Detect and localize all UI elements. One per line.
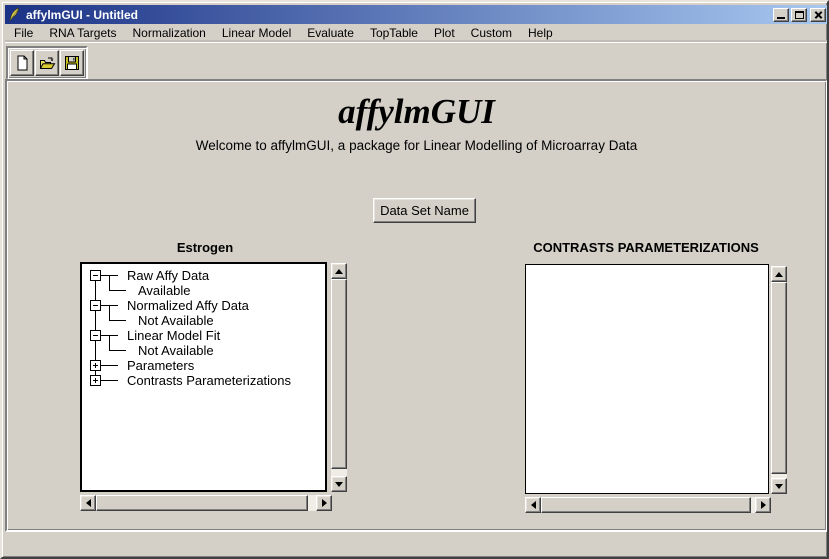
- scrollbar-thumb[interactable]: [331, 279, 347, 469]
- estrogen-tree: Raw Affy DataAvailableNormalized Affy Da…: [82, 264, 325, 490]
- tree-expander-plus[interactable]: [90, 375, 101, 386]
- scroll-right-button[interactable]: [316, 495, 332, 511]
- right-arrow-icon: [322, 499, 327, 507]
- data-set-name-button[interactable]: Data Set Name: [373, 198, 476, 223]
- scroll-right-button[interactable]: [755, 497, 771, 513]
- tree-item-not-available[interactable]: Not Available: [138, 313, 214, 328]
- new-file-button[interactable]: [10, 50, 34, 76]
- menu-item-help[interactable]: Help: [520, 24, 561, 43]
- maximize-icon: [795, 11, 804, 19]
- up-arrow-icon: [335, 269, 343, 274]
- tk-feather-icon[interactable]: [7, 7, 22, 22]
- tree-child-line: [109, 350, 126, 351]
- open-file-button[interactable]: [35, 50, 59, 76]
- right-panel-title: CONTRASTS PARAMETERIZATIONS: [520, 240, 772, 256]
- application-window: affylmGUI - Untitled FileRNA TargetsNorm…: [0, 0, 829, 559]
- menu-item-linear-model[interactable]: Linear Model: [214, 24, 299, 43]
- close-button[interactable]: [810, 8, 826, 22]
- app-title: affylmGUI: [2, 92, 829, 132]
- tree-item-linear-model-fit[interactable]: Linear Model Fit: [127, 328, 220, 343]
- contrasts-horizontal-scrollbar[interactable]: [525, 497, 771, 513]
- menu-item-normalization[interactable]: Normalization: [125, 24, 214, 43]
- estrogen-horizontal-scrollbar[interactable]: [80, 495, 332, 511]
- left-arrow-icon: [531, 501, 536, 509]
- title-bar[interactable]: affylmGUI - Untitled: [5, 5, 828, 24]
- menu-item-toptable[interactable]: TopTable: [362, 24, 426, 43]
- scroll-left-button[interactable]: [80, 495, 96, 511]
- scroll-up-button[interactable]: [771, 266, 787, 282]
- toolbar: [6, 46, 88, 80]
- welcome-text: Welcome to affylmGUI, a package for Line…: [2, 138, 829, 153]
- tree-child-line: [109, 320, 126, 321]
- tree-child-line: [109, 290, 126, 291]
- down-arrow-icon: [775, 484, 783, 489]
- tree-item-not-available[interactable]: Not Available: [138, 343, 214, 358]
- up-arrow-icon: [775, 272, 783, 277]
- minimize-icon: [777, 17, 785, 19]
- tree-branch-line: [101, 365, 118, 366]
- plus-icon: [95, 363, 96, 368]
- tree-item-raw-affy-data[interactable]: Raw Affy Data: [127, 268, 209, 283]
- tree-item-contrasts-parameterizations[interactable]: Contrasts Parameterizations: [127, 373, 291, 388]
- tree-expander-minus[interactable]: [90, 300, 101, 311]
- contrasts-vertical-scrollbar[interactable]: [771, 266, 787, 494]
- left-panel-title: Estrogen: [80, 240, 330, 256]
- new-document-icon: [14, 55, 30, 71]
- tree-drop-line: [109, 305, 110, 320]
- close-icon: [813, 10, 823, 19]
- tree-expander-minus[interactable]: [90, 270, 101, 281]
- scroll-up-button[interactable]: [331, 263, 347, 279]
- scroll-down-button[interactable]: [331, 476, 347, 492]
- minus-icon: [93, 335, 98, 336]
- scrollbar-thumb[interactable]: [771, 282, 787, 474]
- minus-icon: [93, 305, 98, 306]
- menu-item-file[interactable]: File: [6, 24, 41, 43]
- open-folder-icon: [39, 55, 56, 71]
- estrogen-vertical-scrollbar[interactable]: [331, 263, 347, 492]
- tree-expander-minus[interactable]: [90, 330, 101, 341]
- contrasts-listbox[interactable]: [525, 264, 769, 494]
- menu-item-rna-targets[interactable]: RNA Targets: [41, 24, 124, 43]
- plus-icon: [95, 378, 96, 383]
- menu-item-evaluate[interactable]: Evaluate: [299, 24, 362, 43]
- scroll-left-button[interactable]: [525, 497, 541, 513]
- minimize-button[interactable]: [773, 8, 789, 22]
- window-title: affylmGUI - Untitled: [26, 8, 773, 22]
- scroll-down-button[interactable]: [771, 478, 787, 494]
- scrollbar-thumb[interactable]: [541, 497, 751, 513]
- tree-expander-plus[interactable]: [90, 360, 101, 371]
- estrogen-listbox[interactable]: Raw Affy DataAvailableNormalized Affy Da…: [80, 262, 327, 492]
- tree-branch-line: [101, 380, 118, 381]
- save-file-button[interactable]: [60, 50, 84, 76]
- save-floppy-icon: [64, 55, 80, 71]
- maximize-button[interactable]: [791, 8, 807, 22]
- tree-item-available[interactable]: Available: [138, 283, 191, 298]
- right-arrow-icon: [761, 501, 766, 509]
- menu-bar: FileRNA TargetsNormalizationLinear Model…: [5, 24, 828, 43]
- tree-item-normalized-affy-data[interactable]: Normalized Affy Data: [127, 298, 249, 313]
- down-arrow-icon: [335, 482, 343, 487]
- scrollbar-thumb[interactable]: [96, 495, 308, 511]
- minus-icon: [93, 275, 98, 276]
- left-arrow-icon: [86, 499, 91, 507]
- menu-item-custom[interactable]: Custom: [463, 24, 520, 43]
- tree-drop-line: [109, 335, 110, 350]
- tree-drop-line: [109, 275, 110, 290]
- menu-item-plot[interactable]: Plot: [426, 24, 463, 43]
- tree-item-parameters[interactable]: Parameters: [127, 358, 194, 373]
